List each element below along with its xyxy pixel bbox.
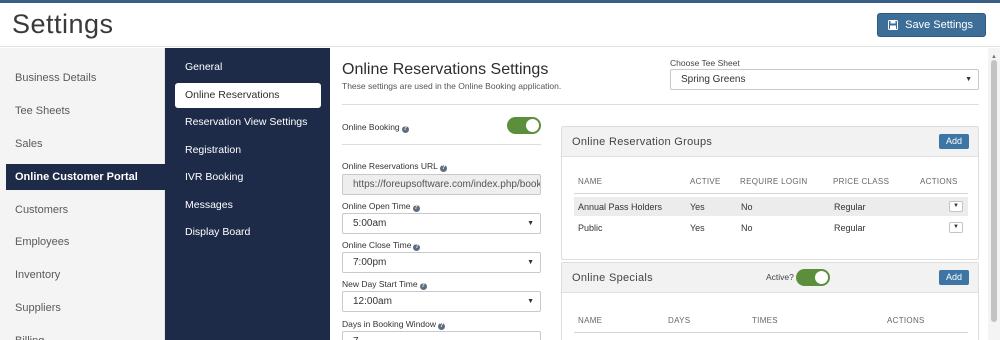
new-day-select[interactable]: 12:00am ▼ [342,291,541,312]
tee-sheet-value: Spring Greens [681,74,746,85]
section-title: Online Reservations Settings [342,61,549,78]
toggle-knob [526,119,539,132]
tee-sheet-label: Choose Tee Sheet [670,58,740,68]
top-bar: Settings Save Settings [0,0,1000,47]
row-actions-dropdown[interactable]: ▼ [949,201,963,212]
group-name: Annual Pass Holders [578,202,663,212]
reservation-groups-panel: Online Reservation Groups Add NAME ACTIV… [561,126,979,260]
group-price-class: Regular [834,202,866,212]
info-icon: ? [419,283,427,290]
subnav-item-general[interactable]: General [175,55,321,80]
chevron-down-icon: ▼ [527,259,534,266]
tee-sheet-select[interactable]: Spring Greens ▼ [670,69,979,90]
subnav-item-reservation-view-settings[interactable]: Reservation View Settings [175,110,321,135]
group-name: Public [578,223,603,233]
group-active: Yes [690,202,705,212]
subnav-item-display-board[interactable]: Display Board [175,220,321,245]
days-window-label: Days in Booking Window? [342,319,446,330]
section-subtitle: These settings are used in the Online Bo… [342,81,562,91]
sidebar-item-employees[interactable]: Employees [0,229,165,255]
column-header: REQUIRE LOGIN [740,177,808,186]
divider [574,193,968,194]
sidebar-item-tee-sheets[interactable]: Tee Sheets [0,98,165,124]
chevron-down-icon: ▼ [965,76,972,83]
column-header: TIMES [752,316,778,325]
new-day-label: New Day Start Time? [342,279,427,290]
sidebar-item-business-details[interactable]: Business Details [0,65,165,91]
sidebar-item-customers[interactable]: Customers [0,197,165,223]
add-special-button[interactable]: Add [938,270,969,285]
subnav-item-online-reservations[interactable]: Online Reservations [175,83,321,108]
info-icon: ? [401,126,409,133]
divider [342,104,979,105]
days-window-field[interactable]: 7 [342,331,541,340]
toggle-knob [815,271,828,284]
sidebar-item-billing[interactable]: Billing [0,328,165,340]
panel-title: Online Specials [572,272,653,284]
subnav-item-ivr-booking[interactable]: IVR Booking [175,165,321,190]
column-header: NAME [578,316,603,325]
online-booking-label: Online Booking? [342,122,409,133]
add-group-button[interactable]: Add [938,134,969,149]
portal-subnav: General Online Reservations Reservation … [165,48,330,340]
column-header: NAME [578,177,603,186]
group-require-login: No [741,223,753,233]
url-label: Online Reservations URL? [342,161,447,172]
close-time-label: Online Close Time? [342,240,421,251]
specials-active-label: Active? [766,272,794,282]
column-header: ACTIVE [690,177,721,186]
column-header: ACTIONS [920,177,958,186]
subnav-item-messages[interactable]: Messages [175,193,321,218]
column-header: DAYS [668,316,691,325]
settings-sidebar: Business Details Tee Sheets Sales Online… [0,48,165,340]
floppy-disk-icon [888,20,899,30]
row-actions-dropdown[interactable]: ▼ [949,222,963,233]
divider [342,144,541,145]
group-price-class: Regular [834,223,866,233]
panel-header: Online Reservation Groups Add [562,127,978,157]
specials-active-toggle[interactable] [796,269,830,286]
save-settings-label: Save Settings [905,19,973,31]
page-title: Settings [12,9,114,39]
sidebar-item-inventory[interactable]: Inventory [0,262,165,288]
info-icon: ? [413,244,421,251]
info-icon: ? [438,323,446,330]
subnav-item-registration[interactable]: Registration [175,138,321,163]
scrollbar-thumb[interactable] [991,60,997,322]
online-specials-panel: Online Specials Active? Add NAME DAYS TI… [561,262,979,340]
info-icon: ? [412,205,420,212]
group-require-login: No [741,202,753,212]
panel-title: Online Reservation Groups [572,136,713,148]
save-settings-button[interactable]: Save Settings [877,13,986,37]
info-icon: ? [439,165,447,172]
close-time-select[interactable]: 7:00pm ▼ [342,252,541,273]
reservations-url-field[interactable]: https://foreupsoftware.com/index.php/boo… [342,174,541,195]
column-header: PRICE CLASS [833,177,890,186]
sidebar-item-online-customer-portal[interactable]: Online Customer Portal [6,164,165,190]
online-booking-toggle[interactable] [507,117,541,134]
sidebar-item-suppliers[interactable]: Suppliers [0,295,165,321]
open-time-label: Online Open Time? [342,201,420,212]
sidebar-item-sales[interactable]: Sales [0,131,165,157]
chevron-down-icon: ▼ [527,298,534,305]
open-time-select[interactable]: 5:00am ▼ [342,213,541,234]
main-content: Online Reservations Settings These setti… [330,48,1000,340]
chevron-down-icon: ▼ [527,220,534,227]
column-header: ACTIONS [887,316,925,325]
panel-header: Online Specials Active? Add [562,263,978,293]
group-active: Yes [690,223,705,233]
divider [574,332,968,333]
